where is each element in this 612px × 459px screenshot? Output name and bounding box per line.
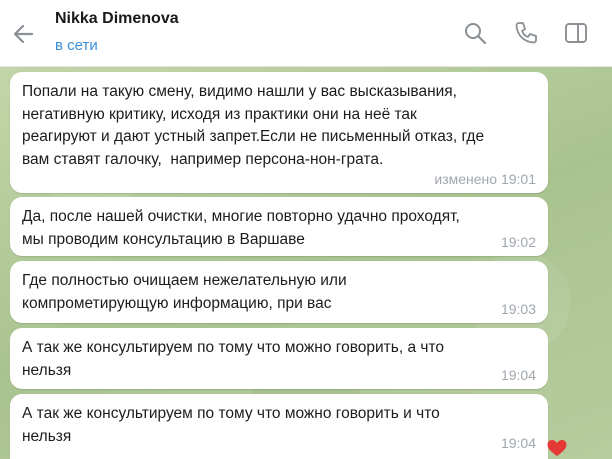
message-bubble[interactable]: Где полностью очищаем нежелательную или … (10, 261, 548, 323)
message-text: Попали на такую смену, видимо нашли у ва… (22, 83, 485, 168)
message-time: изменено 19:01 (434, 171, 536, 187)
sidebar-toggle-icon[interactable] (563, 20, 589, 46)
message-bubble[interactable]: Да, после нашей очистки, многие повторно… (10, 197, 548, 256)
message-text: Да, после нашей очистки, многие повторно… (22, 208, 460, 248)
message-time: 19:04 (500, 435, 536, 451)
online-status: в сети (55, 37, 98, 54)
message-text: А так же консультируем по тому что можно… (22, 405, 440, 445)
heart-icon[interactable] (546, 438, 568, 458)
contact-name[interactable]: Nikka Dimenova (55, 10, 179, 28)
message-time: 19:03 (500, 301, 536, 317)
message-bubble[interactable]: А так же консультируем по тому что можно… (10, 328, 548, 389)
chat-header: Nikka Dimenova в сети (0, 0, 612, 67)
back-arrow-icon[interactable] (10, 20, 38, 48)
message-time: 19:02 (500, 234, 536, 250)
message-text: Где полностью очищаем нежелательную или … (22, 272, 347, 312)
search-icon[interactable] (462, 20, 488, 46)
message-bubble[interactable]: А так же консультируем по тому что можно… (10, 394, 548, 459)
message-text: А так же консультируем по тому что можно… (22, 339, 445, 379)
message-bubble[interactable]: Попали на такую смену, видимо нашли у ва… (10, 72, 548, 193)
message-time: 19:04 (500, 367, 536, 383)
phone-icon[interactable] (513, 20, 539, 46)
